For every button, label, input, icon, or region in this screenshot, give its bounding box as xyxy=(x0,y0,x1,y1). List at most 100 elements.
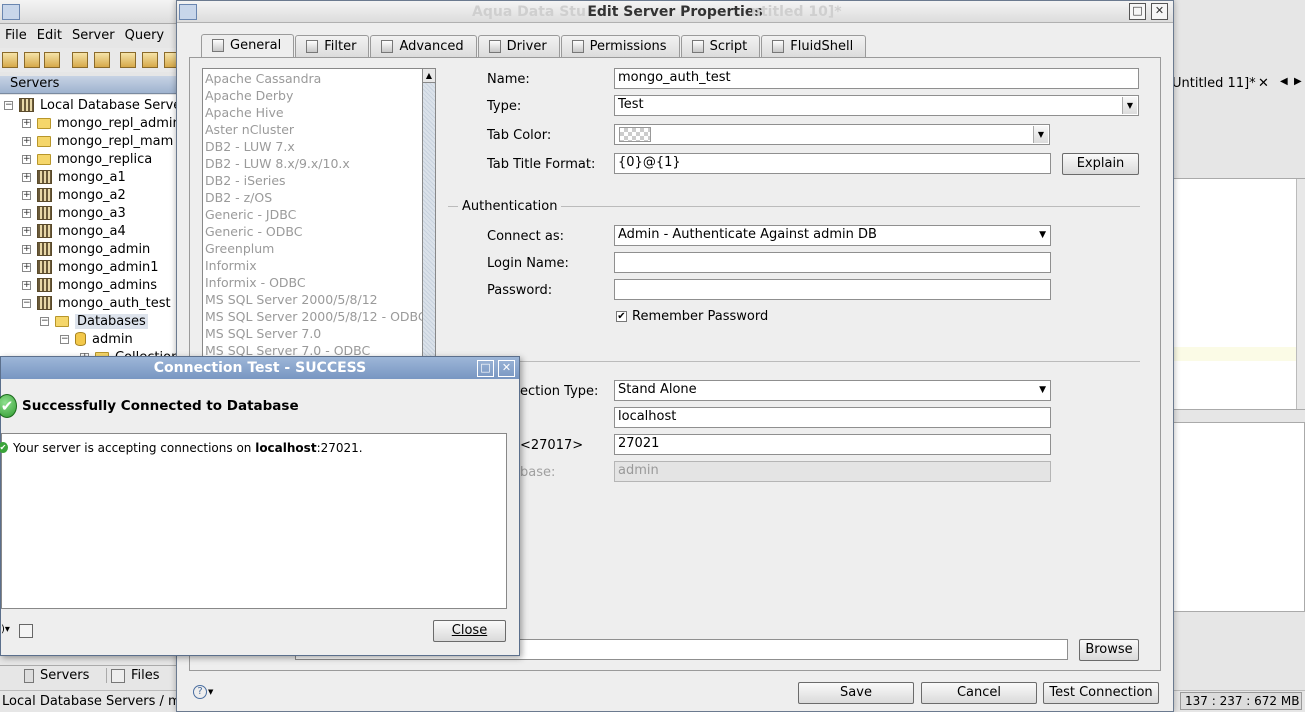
server-type-item[interactable]: Generic - JDBC xyxy=(205,207,296,222)
login-name-field[interactable] xyxy=(614,252,1051,273)
expand-icon[interactable]: + xyxy=(22,208,31,218)
name-field[interactable]: mongo_auth_test xyxy=(614,68,1139,89)
expand-icon[interactable]: + xyxy=(22,136,31,146)
scroll-up-icon[interactable]: ▲ xyxy=(423,69,435,83)
server-type-item[interactable]: MS SQL Server 2000/5/8/12 - ODBC xyxy=(205,309,427,324)
menu-query[interactable]: Query xyxy=(120,26,170,46)
tab-color-select[interactable]: ▼ xyxy=(614,124,1050,145)
tab-scroll-left-icon[interactable]: ◀ xyxy=(1280,76,1288,87)
tree-node[interactable]: − admin xyxy=(60,330,133,348)
close-dialog-icon[interactable]: ✕ xyxy=(1151,3,1168,20)
chevron-down-icon[interactable]: ▼ xyxy=(1039,226,1046,245)
menu-server[interactable]: Server xyxy=(67,26,120,46)
collapse-icon[interactable]: − xyxy=(60,334,69,344)
tree-node[interactable]: + mongo_a2 xyxy=(22,186,126,204)
expand-icon[interactable]: + xyxy=(22,118,31,128)
tab-driver[interactable]: Driver xyxy=(477,35,560,57)
tab-fluidshell[interactable]: FluidShell xyxy=(761,35,867,57)
toolbar-query-icon[interactable] xyxy=(142,52,158,68)
tree-node[interactable]: − Local Database Servers xyxy=(4,96,180,114)
tab-untitled-11[interactable]: Untitled 11]* ✕ ◀ ▶ xyxy=(1172,76,1305,94)
server-type-item[interactable]: Informix xyxy=(205,258,257,273)
expand-icon[interactable]: + xyxy=(22,244,31,254)
toolbar-disconnect-icon[interactable] xyxy=(94,52,110,68)
options-icon[interactable]: )▾ xyxy=(1,624,10,635)
save-button[interactable]: Save xyxy=(798,682,914,704)
chevron-down-icon[interactable]: ▼ xyxy=(1033,126,1048,143)
server-type-item[interactable]: Greenplum xyxy=(205,241,274,256)
server-type-item[interactable]: Apache Cassandra xyxy=(205,71,321,86)
collapse-icon[interactable]: − xyxy=(4,100,13,110)
server-type-item[interactable]: Apache Hive xyxy=(205,105,284,120)
tree-node[interactable]: + mongo_repl_admin xyxy=(22,114,180,132)
memory-indicator[interactable]: 137 : 237 : 672 MB xyxy=(1180,692,1302,710)
server-type-item[interactable]: MS SQL Server 7.0 xyxy=(205,326,321,341)
tree-node[interactable]: + mongo_a3 xyxy=(22,204,126,222)
toolbar-new-server-icon[interactable] xyxy=(2,52,18,68)
toolbar-edit-server-icon[interactable] xyxy=(44,52,60,68)
tab-servers[interactable]: Servers xyxy=(24,668,89,683)
expand-icon[interactable]: + xyxy=(22,226,31,236)
expand-icon[interactable]: + xyxy=(22,280,31,290)
collapse-icon[interactable]: − xyxy=(22,298,31,308)
server-type-item[interactable]: Generic - ODBC xyxy=(205,224,302,239)
menu-file[interactable]: File xyxy=(0,26,32,46)
server-type-item[interactable]: DB2 - LUW 7.x xyxy=(205,139,295,154)
expand-icon[interactable]: + xyxy=(22,190,31,200)
server-type-item[interactable]: MS SQL Server 2000/5/8/12 xyxy=(205,292,378,307)
help-menu[interactable]: ? ▼ xyxy=(193,685,213,699)
menu-edit[interactable]: Edit xyxy=(32,26,67,46)
collapse-icon[interactable]: − xyxy=(40,316,49,326)
tree-node[interactable]: + mongo_repl_mam xyxy=(22,132,173,150)
tab-advanced[interactable]: Advanced xyxy=(370,35,477,57)
toolbar-remove-server-icon[interactable] xyxy=(24,52,40,68)
toolbar-window-icon[interactable] xyxy=(120,52,136,68)
tab-general[interactable]: General xyxy=(201,34,295,57)
type-select[interactable]: Test ▼ xyxy=(614,95,1139,116)
maximize-icon[interactable]: □ xyxy=(1129,3,1146,20)
tree-node[interactable]: − mongo_auth_test xyxy=(22,294,171,312)
server-type-item[interactable]: DB2 - iSeries xyxy=(205,173,286,188)
server-type-item[interactable]: Apache Derby xyxy=(205,88,293,103)
tab-filter[interactable]: Filter xyxy=(295,35,370,57)
cancel-button[interactable]: Cancel xyxy=(921,682,1037,704)
tree-node[interactable]: + mongo_a1 xyxy=(22,168,126,186)
tree-node[interactable]: + mongo_a4 xyxy=(22,222,126,240)
tab-title-format-field[interactable]: {0}@{1} xyxy=(614,153,1051,174)
connection-type-select[interactable]: Stand Alone ▼ xyxy=(614,380,1051,401)
tree-node[interactable]: + mongo_admins xyxy=(22,276,157,294)
chevron-down-icon[interactable]: ▼ xyxy=(1039,381,1046,400)
password-field[interactable] xyxy=(614,279,1051,300)
expand-icon[interactable]: + xyxy=(22,154,31,164)
browse-button[interactable]: Browse xyxy=(1079,639,1139,661)
close-button[interactable]: Close xyxy=(433,620,506,642)
host-field[interactable]: localhost xyxy=(614,407,1051,428)
close-icon[interactable]: ✕ xyxy=(498,360,515,377)
connect-as-select[interactable]: Admin - Authenticate Against admin DB ▼ xyxy=(614,225,1051,246)
test-connection-button[interactable]: Test Connection xyxy=(1043,682,1159,704)
server-type-item[interactable]: Aster nCluster xyxy=(205,122,294,137)
remember-password-checkbox[interactable]: ✔ Remember Password xyxy=(616,309,768,324)
server-type-list[interactable]: Apache Cassandra Apache Derby Apache Hive A… xyxy=(202,68,435,358)
tab-scroll-right-icon[interactable]: ▶ xyxy=(1294,76,1302,87)
server-tree[interactable]: − Local Database Servers + mongo_repl_admin… xyxy=(0,95,180,365)
tree-node[interactable]: + mongo_replica xyxy=(22,150,152,168)
tree-node[interactable]: + mongo_admin xyxy=(22,240,150,258)
tree-node[interactable]: − Databases xyxy=(40,312,148,330)
tab-script[interactable]: Script xyxy=(680,35,761,57)
server-type-item[interactable]: DB2 - z/OS xyxy=(205,190,272,205)
toolbar-connect-icon[interactable] xyxy=(72,52,88,68)
tree-node[interactable]: + mongo_admin1 xyxy=(22,258,159,276)
server-type-item[interactable]: DB2 - LUW 8.x/9.x/10.x xyxy=(205,156,350,171)
chevron-down-icon[interactable]: ▼ xyxy=(1122,97,1137,114)
close-tab-icon[interactable]: ✕ xyxy=(1258,76,1269,91)
expand-icon[interactable]: + xyxy=(22,172,31,182)
port-field[interactable]: 27021 xyxy=(614,434,1051,455)
maximize-icon[interactable]: □ xyxy=(477,360,494,377)
copy-icon[interactable] xyxy=(19,624,33,638)
explain-button[interactable]: Explain xyxy=(1062,153,1139,175)
tab-files[interactable]: Files xyxy=(106,668,160,683)
expand-icon[interactable]: + xyxy=(22,262,31,272)
tab-permissions[interactable]: Permissions xyxy=(560,35,680,57)
server-type-item[interactable]: Informix - ODBC xyxy=(205,275,306,290)
